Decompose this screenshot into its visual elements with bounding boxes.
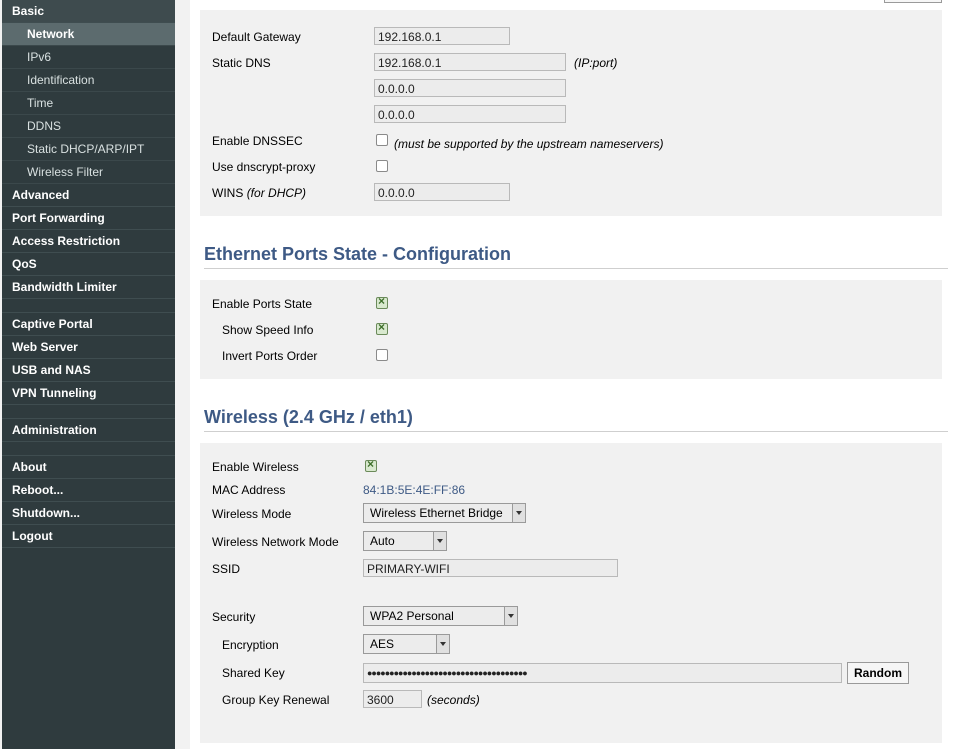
ssid-label: SSID: [212, 562, 241, 576]
dnscrypt-label: Use dnscrypt-proxy: [212, 160, 316, 174]
sidebar-item-wireless-filter[interactable]: Wireless Filter: [2, 161, 175, 184]
network-mode-value: Auto: [370, 534, 395, 548]
dnscrypt-checkbox[interactable]: [376, 160, 388, 172]
sidebar-item-time[interactable]: Time: [2, 92, 175, 115]
network-mode-select[interactable]: Auto: [363, 531, 447, 551]
static-dns-label: Static DNS: [212, 56, 271, 70]
security-value: WPA2 Personal: [370, 609, 454, 623]
previous-section-button[interactable]: [884, 0, 942, 3]
ports-section-title: Ethernet Ports State - Configuration: [204, 244, 948, 269]
default-gateway-input[interactable]: 192.168.0.1: [374, 27, 510, 45]
wireless-section-title: Wireless (2.4 GHz / eth1): [204, 407, 948, 432]
lan-panel: [200, 10, 942, 216]
enable-ports-checkbox[interactable]: [376, 294, 388, 309]
enable-ports-label: Enable Ports State: [212, 297, 313, 311]
sidebar-item-port-forwarding[interactable]: Port Forwarding: [2, 207, 175, 230]
sidebar-item-ipv6[interactable]: IPv6: [2, 46, 175, 69]
sidebar-item-usb-nas[interactable]: USB and NAS: [2, 359, 175, 382]
network-mode-label: Wireless Network Mode: [212, 535, 339, 549]
group-key-renewal-input[interactable]: 3600: [363, 690, 422, 708]
dns2-input[interactable]: 0.0.0.0: [374, 79, 566, 97]
dns1-input[interactable]: 192.168.0.1: [374, 53, 566, 71]
wins-label: WINS (for DHCP): [212, 186, 306, 200]
chevron-down-icon: [433, 532, 446, 550]
enable-wireless-checkbox[interactable]: [365, 457, 377, 472]
sidebar-item-basic[interactable]: Basic: [2, 0, 175, 23]
mac-address-label: MAC Address: [212, 483, 286, 497]
sidebar-item-vpn[interactable]: VPN Tunneling: [2, 382, 175, 405]
dnssec-checkbox[interactable]: [376, 134, 388, 146]
sidebar-item-advanced[interactable]: Advanced: [2, 184, 175, 207]
wireless-mode-value: Wireless Ethernet Bridge: [370, 506, 503, 520]
enable-wireless-label: Enable Wireless: [212, 460, 299, 474]
show-speed-checkbox[interactable]: [376, 320, 388, 335]
wins-input[interactable]: 0.0.0.0: [374, 183, 510, 201]
wireless-mode-select[interactable]: Wireless Ethernet Bridge: [363, 503, 526, 523]
dnssec-label: Enable DNSSEC: [212, 134, 303, 148]
sidebar-item-reboot[interactable]: Reboot...: [2, 479, 175, 502]
sidebar-item-administration[interactable]: Administration: [2, 419, 175, 442]
sidebar-nav: Basic Network IPv6 Identification Time D…: [2, 0, 175, 749]
encryption-value: AES: [370, 637, 395, 651]
ssid-input[interactable]: PRIMARY-WIFI: [363, 559, 618, 577]
wireless-mode-label: Wireless Mode: [212, 507, 292, 521]
wins-label-text: WINS: [212, 186, 244, 200]
sidebar-item-captive-portal[interactable]: Captive Portal: [2, 313, 175, 336]
chevron-down-icon: [436, 635, 449, 653]
random-key-button[interactable]: Random: [847, 662, 909, 684]
shared-key-input[interactable]: ●●●●●●●●●●●●●●●●●●●●●●●●●●●●●●●●●●●●: [363, 663, 842, 683]
sidebar-item-logout[interactable]: Logout: [2, 525, 175, 548]
sidebar-item-network[interactable]: Network: [2, 23, 175, 46]
sidebar-item-bandwidth-limiter[interactable]: Bandwidth Limiter: [2, 276, 175, 299]
mac-address-value: 84:1B:5E:4E:FF:86: [363, 483, 466, 497]
dnssec-hint: (must be supported by the upstream names…: [394, 137, 664, 151]
security-select[interactable]: WPA2 Personal: [363, 606, 518, 626]
sidebar-item-qos[interactable]: QoS: [2, 253, 175, 276]
security-label: Security: [212, 610, 256, 624]
sidebar-item-static-dhcp[interactable]: Static DHCP/ARP/IPT: [2, 138, 175, 161]
sidebar-item-identification[interactable]: Identification: [2, 69, 175, 92]
sidebar-item-access-restriction[interactable]: Access Restriction: [2, 230, 175, 253]
sidebar-item-shutdown[interactable]: Shutdown...: [2, 502, 175, 525]
wins-label-suffix: (for DHCP): [246, 186, 307, 200]
group-key-renewal-label: Group Key Renewal: [222, 693, 330, 707]
chevron-down-icon: [504, 607, 517, 625]
shared-key-label: Shared Key: [222, 666, 285, 680]
dns3-input[interactable]: 0.0.0.0: [374, 105, 566, 123]
invert-ports-checkbox[interactable]: [376, 349, 388, 361]
main-content: Default Gateway 192.168.0.1 Static DNS 1…: [190, 0, 968, 749]
encryption-label: Encryption: [222, 638, 279, 652]
sidebar-item-about[interactable]: About: [2, 456, 175, 479]
default-gateway-label: Default Gateway: [212, 30, 301, 44]
sidebar-item-web-server[interactable]: Web Server: [2, 336, 175, 359]
chevron-down-icon: [512, 504, 525, 522]
sidebar-divider: [2, 299, 175, 313]
encryption-select[interactable]: AES: [363, 634, 450, 654]
sidebar-divider: [2, 442, 175, 456]
show-speed-label: Show Speed Info: [222, 323, 314, 337]
renewal-unit: (seconds): [427, 693, 480, 707]
dns-hint: (IP:port): [574, 56, 618, 70]
sidebar-divider: [2, 405, 175, 419]
sidebar-item-ddns[interactable]: DDNS: [2, 115, 175, 138]
invert-ports-label: Invert Ports Order: [222, 349, 318, 363]
